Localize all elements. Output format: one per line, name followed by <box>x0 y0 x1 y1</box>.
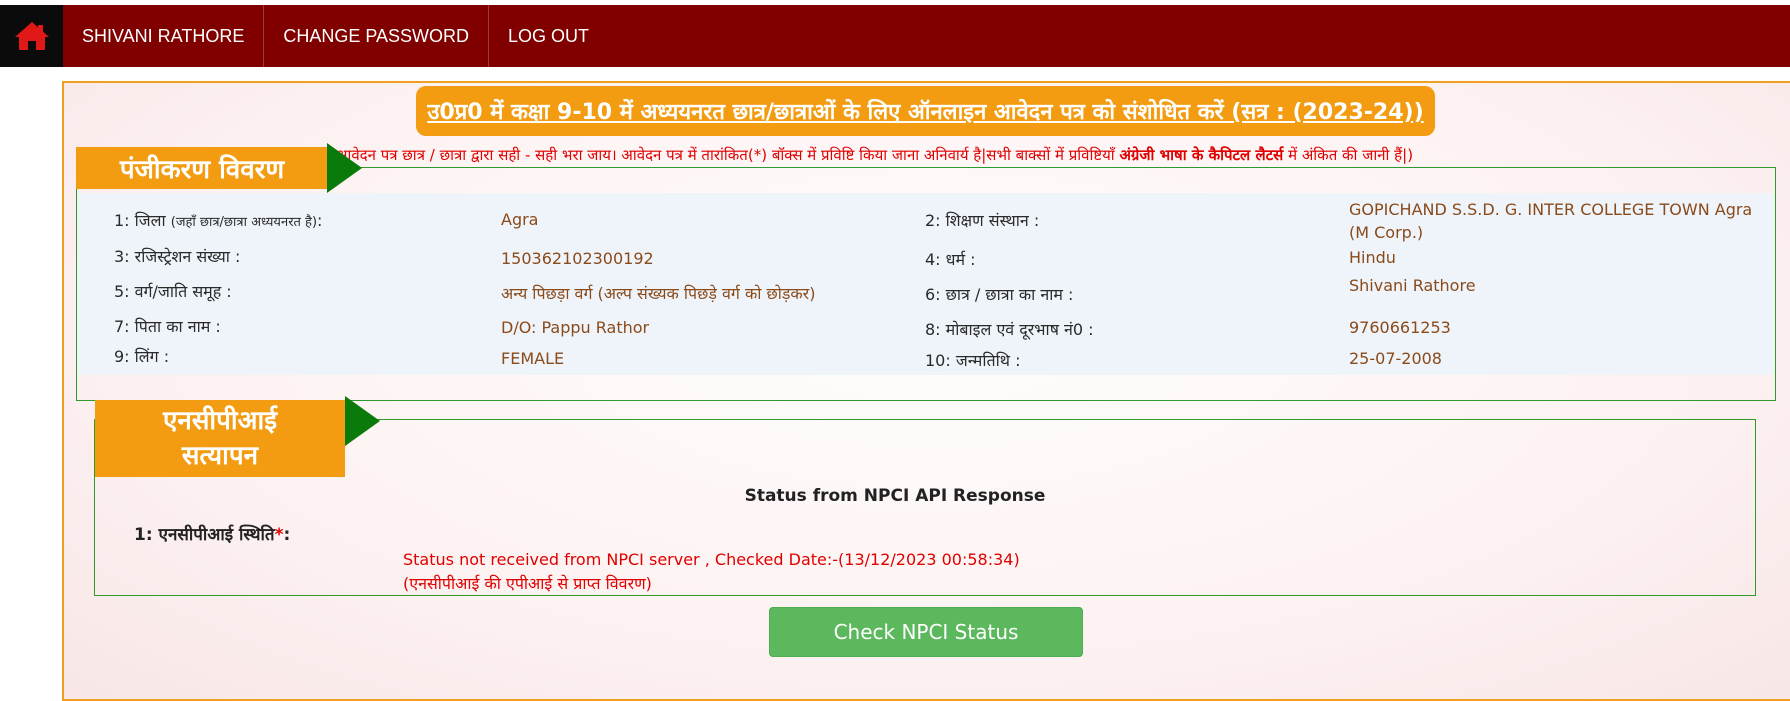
npci-heading-arrow <box>345 396 380 446</box>
district-label-text: 1: जिला <box>114 211 166 230</box>
district-value: Agra <box>501 210 539 229</box>
form-title: उ0प्र0 में कक्षा 9-10 में अध्ययनरत छात्र… <box>416 86 1435 136</box>
notice-text-1: आवेदन पत्र छात्र / छात्रा द्वारा सही - स… <box>336 146 1120 164</box>
institution-label: 2: शिक्षण संस्थान : <box>925 211 1040 230</box>
home-icon <box>14 22 49 50</box>
heading-arrow <box>327 143 362 193</box>
npci-status-line1: Status not received from NPCI server , C… <box>403 550 1020 569</box>
npci-heading-line2: सत्यापन <box>181 440 259 471</box>
registration-number-label: 3: रजिस्ट्रेशन संख्या : <box>114 247 241 266</box>
father-name-value: D/O: Pappu Rathor <box>501 318 650 337</box>
npci-status-label: 1: एनसीपीआई स्थिति*: <box>134 522 290 545</box>
npci-heading: एनसीपीआई सत्यापन <box>95 400 345 477</box>
nav-change-password[interactable]: CHANGE PASSWORD <box>264 5 490 67</box>
gender-value: FEMALE <box>501 349 565 368</box>
dob-label: 10: जन्मतिथि : <box>925 351 1021 370</box>
father-name-label: 7: पिता का नाम : <box>114 317 221 336</box>
required-mark: * <box>274 525 284 545</box>
category-value: अन्य पिछड़ा वर्ग (अल्प संख्यक पिछड़े वर्… <box>501 284 816 303</box>
npci-status-line2: (एनसीपीआई की एपीआई से प्राप्त विवरण) <box>403 574 652 593</box>
nav-user-name[interactable]: SHIVANI RATHORE <box>63 5 265 67</box>
npci-status-label-suffix: : <box>283 525 291 545</box>
nav-logout[interactable]: LOG OUT <box>489 5 608 67</box>
npci-status-label-text: 1: एनसीपीआई स्थिति <box>134 525 275 545</box>
mobile-value: 9760661253 <box>1349 318 1451 337</box>
category-label: 5: वर्ग/जाति समूह : <box>114 282 232 301</box>
npci-response-title: Status from NPCI API Response <box>744 486 1046 506</box>
district-label-note: (जहाँ छात्र/छात्रा अध्ययनरत है) <box>170 215 318 230</box>
top-navbar: SHIVANI RATHORE CHANGE PASSWORD LOG OUT <box>0 5 1790 67</box>
district-label-suffix: : <box>317 211 323 230</box>
npci-status-message: Status not received from NPCI server , C… <box>403 548 1020 596</box>
dob-value: 25-07-2008 <box>1349 349 1442 368</box>
notice-text-bold: अंग्रेजी भाषा के कैपिटल लैटर्स <box>1119 146 1284 164</box>
gender-label: 9: लिंग : <box>114 347 170 366</box>
npci-heading-line1: एनसीपीआई <box>163 405 277 436</box>
registration-number-value: 150362102300192 <box>501 249 654 268</box>
religion-label: 4: धर्म : <box>925 250 976 269</box>
religion-value: Hindu <box>1349 248 1396 267</box>
mobile-label: 8: मोबाइल एवं दूरभाष नं0 : <box>925 320 1094 339</box>
student-name-label: 6: छात्र / छात्रा का नाम : <box>925 285 1074 304</box>
notice-text-2: में अंकित की जानी हैं|) <box>1283 146 1414 164</box>
student-name-value: Shivani Rathore <box>1349 276 1476 295</box>
institution-value: GOPICHAND S.S.D. G. INTER COLLEGE TOWN A… <box>1349 200 1753 242</box>
check-npci-status-button[interactable]: Check NPCI Status <box>769 607 1083 657</box>
instruction-notice: आवेदन पत्र छात्र / छात्रा द्वारा सही - स… <box>336 145 1776 165</box>
district-label: 1: जिला (जहाँ छात्र/छात्रा अध्ययनरत है): <box>114 209 322 231</box>
registration-heading: पंजीकरण विवरण <box>76 147 328 189</box>
home-button[interactable] <box>0 5 63 67</box>
